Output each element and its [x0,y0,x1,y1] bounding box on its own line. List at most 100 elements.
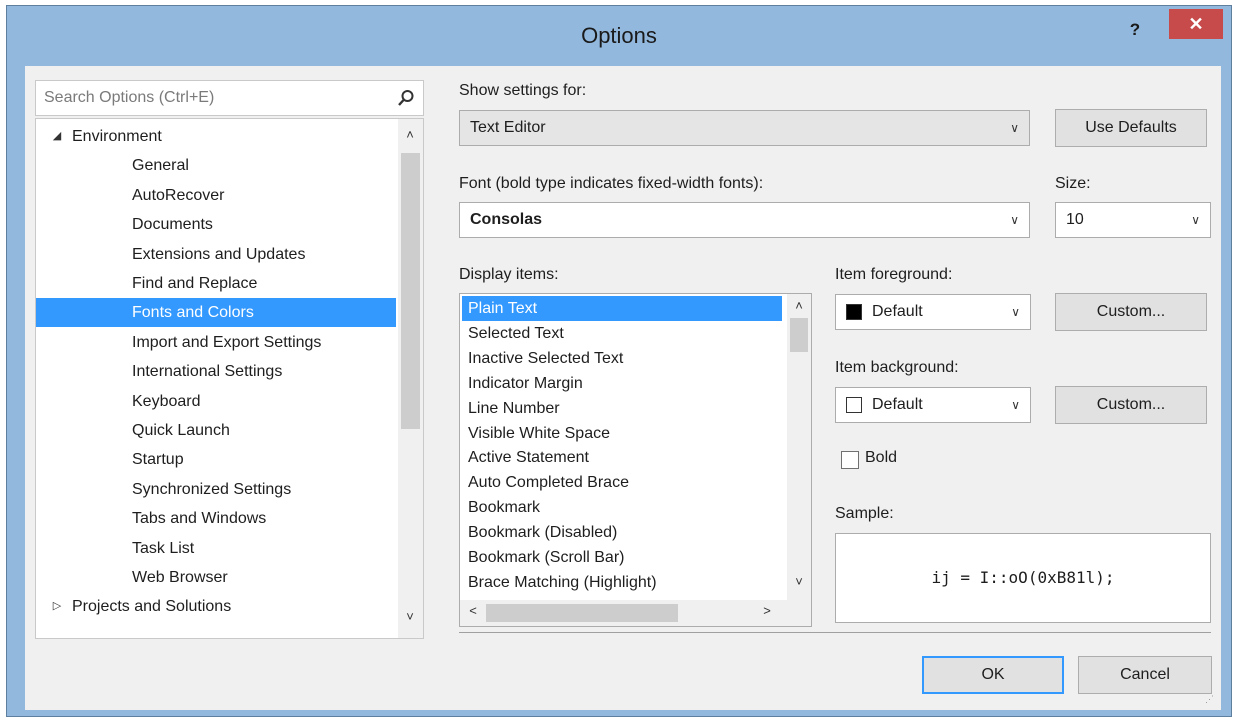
tree-item-label: Import and Export Settings [132,333,322,351]
tree-item[interactable]: Tabs and Windows [36,504,396,533]
chevron-down-icon: ∨ [1010,213,1019,227]
tree-item[interactable]: Synchronized Settings [36,475,396,504]
close-icon: ✕ [1188,14,1204,34]
display-item[interactable]: Plain Text [462,296,782,321]
title-bar[interactable]: Options ? ✕ [7,6,1231,66]
tree-item-label: Web Browser [132,569,228,586]
display-item[interactable]: Selected Text [462,321,782,346]
close-button[interactable]: ✕ [1169,9,1223,39]
tree-item-label: Task List [132,539,195,557]
tree-item[interactable]: Quick Launch [36,416,396,445]
font-label: Font (bold type indicates fixed-width fo… [459,175,764,192]
tree-scroll-thumb[interactable] [401,153,420,429]
background-custom-button[interactable]: Custom... [1055,386,1207,424]
font-value: Consolas [470,211,543,228]
tree-item[interactable]: Task List [36,534,396,563]
tree-item[interactable]: General [36,151,396,180]
show-settings-select[interactable]: Text Editor ∨ [459,110,1030,146]
cancel-button[interactable]: Cancel [1078,656,1212,694]
bold-checkbox[interactable] [841,451,859,469]
display-item[interactable]: Brace Matching (Highlight) [462,570,782,595]
tree-item-label: Documents [132,216,213,234]
sample-preview: ij = I::oO(0xB81l); [835,533,1211,623]
tree-item-label: Startup [132,451,184,469]
use-defaults-button[interactable]: Use Defaults [1055,109,1207,147]
display-item[interactable]: Line Number [462,396,782,421]
search-icon[interactable] [397,89,415,107]
ok-button[interactable]: OK [922,656,1064,694]
tree-item[interactable]: Fonts and Colors [36,298,396,328]
tree-item[interactable]: Extensions and Updates [36,240,396,269]
tree-item-label: Quick Launch [132,422,230,439]
tree-item[interactable]: Import and Export Settings [36,328,396,357]
display-item[interactable]: Bookmark (Scroll Bar) [462,545,782,570]
dialog-client-area: Search Options (Ctrl+E) ◢ Environment Gene… [25,66,1221,710]
size-value: 10 [1066,211,1084,228]
display-item[interactable]: Inactive Selected Text [462,346,782,371]
tree-item[interactable]: International Settings [36,357,396,386]
foreground-custom-button[interactable]: Custom... [1055,293,1207,331]
display-item[interactable]: Active Statement [462,445,782,470]
separator [459,632,1211,633]
display-item[interactable]: Visible White Space [462,421,782,446]
item-background-label: Item background: [835,359,959,376]
display-items-hscrollbar[interactable]: < > [460,600,811,626]
chevron-down-icon: ∨ [1011,305,1020,319]
chevron-down-icon: ∨ [1191,213,1200,227]
sample-text: ij = I::oO(0xB81l); [931,568,1115,587]
tree-item[interactable]: ▷ Projects and Solutions [36,592,396,621]
resize-grip-icon[interactable]: ⋰ [1205,694,1217,706]
dialog-title: Options [581,23,657,48]
tree-item[interactable]: ◢ Environment [36,122,396,151]
display-item[interactable]: Indicator Margin [462,371,782,396]
display-items-list[interactable]: Plain Text Selected Text Inactive Selected… [459,293,812,627]
foreground-color-swatch [846,304,862,320]
display-items-label: Display items: [459,266,559,283]
size-select[interactable]: 10 ∨ [1055,202,1211,238]
scroll-right-icon[interactable]: > [758,603,776,618]
tree-item-label: Projects and Solutions [72,598,232,616]
tree-item[interactable]: Startup [36,445,396,474]
options-tree[interactable]: ◢ Environment General AutoRecover Documents E… [35,118,424,639]
tree-item-label: International Settings [132,363,283,381]
tree-item-label: Keyboard [132,392,201,410]
tree-item-label: Synchronized Settings [132,480,292,498]
tree-item[interactable]: Find and Replace [36,269,396,298]
help-button[interactable]: ? [1123,18,1147,42]
tree-item-label: Tabs and Windows [132,510,267,528]
options-dialog: Options ? ✕ Search Options (Ctrl+E) ◢ Env… [6,5,1232,717]
tree-item-label: AutoRecover [132,186,225,204]
show-settings-label: Show settings for: [459,82,587,99]
display-item[interactable]: Auto Completed Brace [462,470,782,495]
item-foreground-select[interactable]: Default ∨ [835,294,1031,330]
tree-item[interactable]: Documents [36,210,396,239]
scroll-left-icon[interactable]: < [464,603,482,618]
display-item[interactable]: Bookmark [462,495,782,520]
search-placeholder: Search Options (Ctrl+E) [44,89,215,106]
scroll-up-icon[interactable]: ˄ [401,127,419,142]
tree-item-label: General [132,157,189,175]
font-select[interactable]: Consolas ∨ [459,202,1030,238]
tree-item[interactable]: Keyboard [36,387,396,416]
scroll-down-icon[interactable]: ˅ [790,574,808,589]
bold-label[interactable]: Bold [865,449,897,467]
tree-item[interactable]: AutoRecover [36,181,396,210]
size-label: Size: [1055,175,1091,192]
scroll-up-icon[interactable]: ˄ [790,298,808,313]
expanded-arrow-icon[interactable]: ◢ [50,122,64,151]
display-items-vscroll-thumb[interactable] [790,318,808,352]
search-options-input[interactable]: Search Options (Ctrl+E) [35,80,424,116]
item-background-value: Default [872,396,923,413]
chevron-down-icon: ∨ [1010,121,1019,135]
tree-item[interactable]: Web Browser [36,563,396,592]
tree-scrollbar[interactable]: ˄ ˅ [398,119,423,638]
show-settings-value: Text Editor [470,119,546,136]
scroll-down-icon[interactable]: ˅ [401,609,419,624]
item-background-select[interactable]: Default ∨ [835,387,1031,423]
collapsed-arrow-icon[interactable]: ▷ [50,592,64,621]
display-items-hscroll-thumb[interactable] [486,604,678,622]
display-item[interactable]: Bookmark (Disabled) [462,520,782,545]
display-items-vscrollbar[interactable]: ˄ ˅ [787,294,811,600]
tree-item-label: Environment [72,128,162,145]
item-foreground-value: Default [872,303,923,320]
